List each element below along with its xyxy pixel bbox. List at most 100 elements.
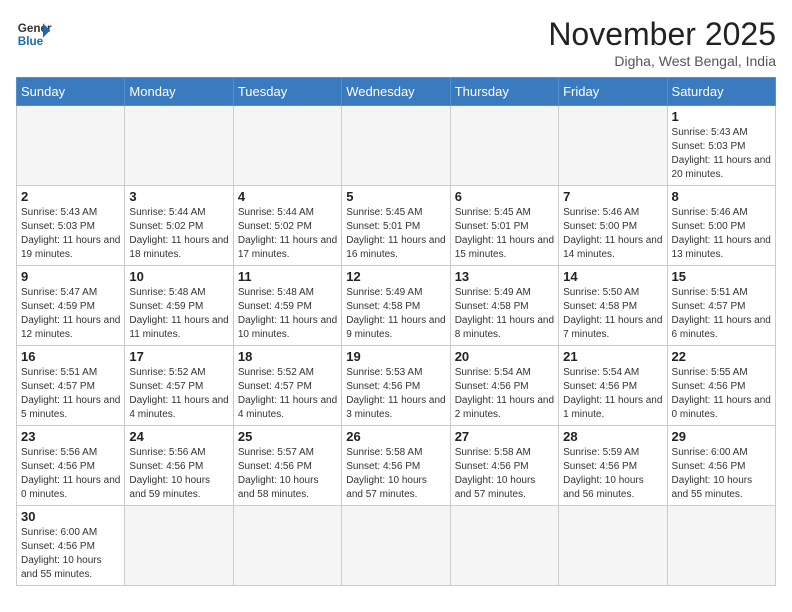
sun-info: Sunrise: 5:47 AM Sunset: 4:59 PM Dayligh… bbox=[21, 286, 120, 342]
sun-info: Sunrise: 5:53 AM Sunset: 4:56 PM Dayligh… bbox=[346, 366, 445, 422]
sun-info: Sunrise: 5:43 AM Sunset: 5:03 PM Dayligh… bbox=[672, 126, 771, 182]
sun-info: Sunrise: 5:49 AM Sunset: 4:58 PM Dayligh… bbox=[346, 286, 445, 342]
calendar-cell: 15 Sunrise: 5:51 AM Sunset: 4:57 PM Dayli… bbox=[667, 266, 775, 346]
calendar-week-4: 16 Sunrise: 5:51 AM Sunset: 4:57 PM Dayli… bbox=[17, 346, 776, 426]
sun-info: Sunrise: 5:54 AM Sunset: 4:56 PM Dayligh… bbox=[563, 366, 662, 422]
calendar-cell: 14Sunrise: 5:50 AM Sunset: 4:58 PM Dayli… bbox=[559, 266, 667, 346]
sun-info: Sunrise: 5:56 AM Sunset: 4:56 PM Dayligh… bbox=[129, 446, 228, 502]
date-number: 19 bbox=[346, 349, 445, 364]
date-number: 29 bbox=[672, 429, 771, 444]
sun-info: Sunrise: 5:58 AM Sunset: 4:56 PM Dayligh… bbox=[455, 446, 554, 502]
date-number: 22 bbox=[672, 349, 771, 364]
calendar-cell: 20 Sunrise: 5:54 AM Sunset: 4:56 PM Dayli… bbox=[450, 346, 558, 426]
date-number: 5 bbox=[346, 189, 445, 204]
sun-info: Sunrise: 5:55 AM Sunset: 4:56 PM Dayligh… bbox=[672, 366, 771, 422]
sun-info: Sunrise: 5:49 AM Sunset: 4:58 PM Dayligh… bbox=[455, 286, 554, 342]
calendar-cell: 8 Sunrise: 5:46 AM Sunset: 5:00 PM Daylig… bbox=[667, 186, 775, 266]
sun-info: Sunrise: 5:46 AM Sunset: 5:00 PM Dayligh… bbox=[563, 206, 662, 262]
header-sunday: Sunday bbox=[17, 78, 125, 106]
date-number: 15 bbox=[672, 269, 771, 284]
header-thursday: Thursday bbox=[450, 78, 558, 106]
calendar-cell: 4 Sunrise: 5:44 AM Sunset: 5:02 PM Daylig… bbox=[233, 186, 341, 266]
calendar-cell bbox=[342, 506, 450, 586]
date-number: 3 bbox=[129, 189, 228, 204]
calendar-week-3: 9 Sunrise: 5:47 AM Sunset: 4:59 PM Daylig… bbox=[17, 266, 776, 346]
sun-info: Sunrise: 5:48 AM Sunset: 4:59 PM Dayligh… bbox=[238, 286, 337, 342]
sun-info: Sunrise: 5:46 AM Sunset: 5:00 PM Dayligh… bbox=[672, 206, 771, 262]
calendar-cell: 3 Sunrise: 5:44 AM Sunset: 5:02 PM Daylig… bbox=[125, 186, 233, 266]
sun-info: Sunrise: 5:51 AM Sunset: 4:57 PM Dayligh… bbox=[21, 366, 120, 422]
calendar-cell: 10Sunrise: 5:48 AM Sunset: 4:59 PM Dayli… bbox=[125, 266, 233, 346]
calendar-cell bbox=[559, 106, 667, 186]
calendar-cell: 6 Sunrise: 5:45 AM Sunset: 5:01 PM Daylig… bbox=[450, 186, 558, 266]
date-number: 8 bbox=[672, 189, 771, 204]
month-title: November 2025 bbox=[548, 16, 776, 53]
date-number: 23 bbox=[21, 429, 120, 444]
calendar-cell bbox=[342, 106, 450, 186]
sun-info: Sunrise: 5:45 AM Sunset: 5:01 PM Dayligh… bbox=[346, 206, 445, 262]
sun-info: Sunrise: 6:00 AM Sunset: 4:56 PM Dayligh… bbox=[672, 446, 771, 502]
date-number: 12 bbox=[346, 269, 445, 284]
sun-info: Sunrise: 5:45 AM Sunset: 5:01 PM Dayligh… bbox=[455, 206, 554, 262]
logo: General Blue bbox=[16, 16, 52, 52]
date-number: 27 bbox=[455, 429, 554, 444]
calendar-cell: 1 Sunrise: 5:43 AM Sunset: 5:03 PM Daylig… bbox=[667, 106, 775, 186]
date-number: 7 bbox=[563, 189, 662, 204]
date-number: 10 bbox=[129, 269, 228, 284]
calendar-cell bbox=[17, 106, 125, 186]
date-number: 13 bbox=[455, 269, 554, 284]
calendar-cell: 12 Sunrise: 5:49 AM Sunset: 4:58 PM Dayli… bbox=[342, 266, 450, 346]
calendar-cell: 5 Sunrise: 5:45 AM Sunset: 5:01 PM Daylig… bbox=[342, 186, 450, 266]
calendar-cell: 22 Sunrise: 5:55 AM Sunset: 4:56 PM Dayli… bbox=[667, 346, 775, 426]
sun-info: Sunrise: 5:44 AM Sunset: 5:02 PM Dayligh… bbox=[129, 206, 228, 262]
calendar-cell: 26 Sunrise: 5:58 AM Sunset: 4:56 PM Dayli… bbox=[342, 426, 450, 506]
date-number: 20 bbox=[455, 349, 554, 364]
calendar-cell bbox=[559, 506, 667, 586]
calendar-cell: 21 Sunrise: 5:54 AM Sunset: 4:56 PM Dayli… bbox=[559, 346, 667, 426]
calendar-cell: 30Sunrise: 6:00 AM Sunset: 4:56 PM Dayli… bbox=[17, 506, 125, 586]
calendar-cell: 2Sunrise: 5:43 AM Sunset: 5:03 PM Daylig… bbox=[17, 186, 125, 266]
date-number: 21 bbox=[563, 349, 662, 364]
calendar-cell: 16 Sunrise: 5:51 AM Sunset: 4:57 PM Dayli… bbox=[17, 346, 125, 426]
date-number: 24 bbox=[129, 429, 228, 444]
sun-info: Sunrise: 5:51 AM Sunset: 4:57 PM Dayligh… bbox=[672, 286, 771, 342]
calendar-cell: 7 Sunrise: 5:46 AM Sunset: 5:00 PM Daylig… bbox=[559, 186, 667, 266]
date-number: 6 bbox=[455, 189, 554, 204]
page-header: General Blue November 2025 Digha, West B… bbox=[16, 16, 776, 69]
date-number: 2 bbox=[21, 189, 120, 204]
calendar-cell bbox=[125, 106, 233, 186]
date-number: 26 bbox=[346, 429, 445, 444]
calendar-cell bbox=[125, 506, 233, 586]
sun-info: Sunrise: 5:52 AM Sunset: 4:57 PM Dayligh… bbox=[238, 366, 337, 422]
calendar-cell: 29 Sunrise: 6:00 AM Sunset: 4:56 PM Dayli… bbox=[667, 426, 775, 506]
sun-info: Sunrise: 5:57 AM Sunset: 4:56 PM Dayligh… bbox=[238, 446, 337, 502]
date-number: 1 bbox=[672, 109, 771, 124]
calendar-week-6: 30Sunrise: 6:00 AM Sunset: 4:56 PM Dayli… bbox=[17, 506, 776, 586]
sun-info: Sunrise: 5:52 AM Sunset: 4:57 PM Dayligh… bbox=[129, 366, 228, 422]
date-number: 9 bbox=[21, 269, 120, 284]
date-number: 14 bbox=[563, 269, 662, 284]
date-number: 25 bbox=[238, 429, 337, 444]
sun-info: Sunrise: 5:54 AM Sunset: 4:56 PM Dayligh… bbox=[455, 366, 554, 422]
logo-icon: General Blue bbox=[16, 16, 52, 52]
sun-info: Sunrise: 5:56 AM Sunset: 4:56 PM Dayligh… bbox=[21, 446, 120, 502]
date-number: 28 bbox=[563, 429, 662, 444]
date-number: 18 bbox=[238, 349, 337, 364]
date-number: 11 bbox=[238, 269, 337, 284]
calendar-cell: 19 Sunrise: 5:53 AM Sunset: 4:56 PM Dayli… bbox=[342, 346, 450, 426]
date-number: 16 bbox=[21, 349, 120, 364]
svg-text:Blue: Blue bbox=[18, 35, 44, 48]
calendar-table: SundayMondayTuesdayWednesdayThursdayFrid… bbox=[16, 77, 776, 586]
sun-info: Sunrise: 5:59 AM Sunset: 4:56 PM Dayligh… bbox=[563, 446, 662, 502]
sun-info: Sunrise: 6:00 AM Sunset: 4:56 PM Dayligh… bbox=[21, 526, 120, 582]
date-number: 4 bbox=[238, 189, 337, 204]
calendar-cell: 25 Sunrise: 5:57 AM Sunset: 4:56 PM Dayli… bbox=[233, 426, 341, 506]
calendar-cell: 27 Sunrise: 5:58 AM Sunset: 4:56 PM Dayli… bbox=[450, 426, 558, 506]
calendar-header-row: SundayMondayTuesdayWednesdayThursdayFrid… bbox=[17, 78, 776, 106]
calendar-cell: 24 Sunrise: 5:56 AM Sunset: 4:56 PM Dayli… bbox=[125, 426, 233, 506]
calendar-cell: 23 Sunrise: 5:56 AM Sunset: 4:56 PM Dayli… bbox=[17, 426, 125, 506]
sun-info: Sunrise: 5:44 AM Sunset: 5:02 PM Dayligh… bbox=[238, 206, 337, 262]
sun-info: Sunrise: 5:58 AM Sunset: 4:56 PM Dayligh… bbox=[346, 446, 445, 502]
calendar-cell bbox=[450, 106, 558, 186]
date-number: 17 bbox=[129, 349, 228, 364]
